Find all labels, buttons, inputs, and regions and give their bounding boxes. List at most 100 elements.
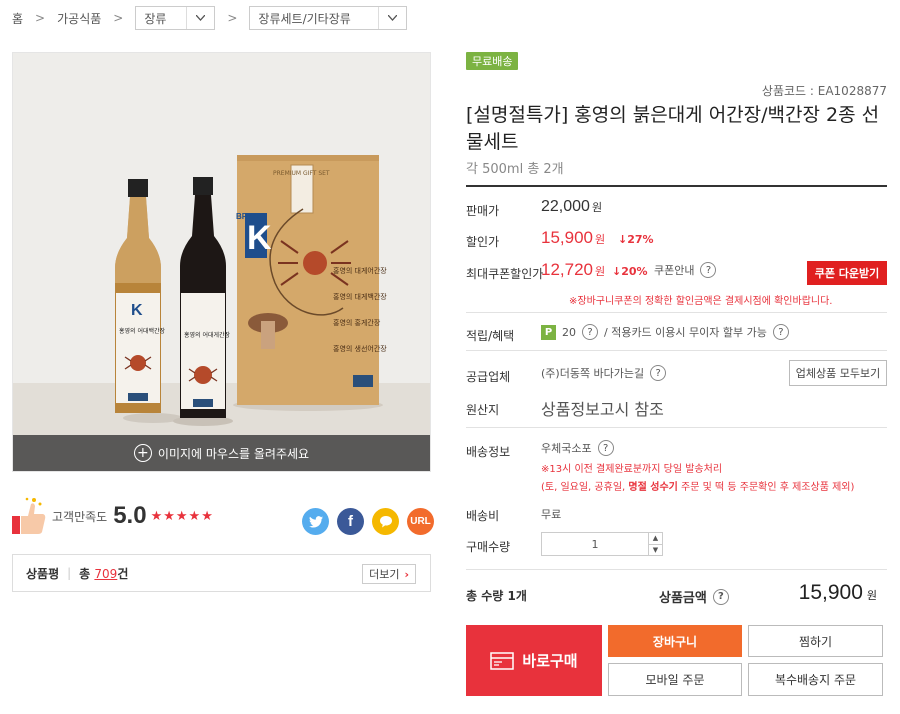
won-unit: 원: [591, 202, 603, 214]
discount-price: 15,900 원: [541, 228, 605, 248]
multi-address-order-button[interactable]: 복수배송지 주문: [748, 663, 883, 696]
divider: [466, 185, 887, 187]
discount-price-value: 15,900: [541, 228, 593, 247]
help-icon[interactable]: ?: [582, 324, 598, 340]
chevron-right-icon: ›: [404, 567, 409, 581]
box-brand-k: K: [247, 219, 272, 257]
chevron-down-icon: [378, 7, 406, 29]
vendor-all-products-button[interactable]: 업체상품 모두보기: [789, 360, 887, 386]
chevron-right-icon: >: [35, 11, 46, 25]
total-amount-label-row: 상품금액 ?: [659, 587, 729, 606]
point-icon: P: [541, 324, 556, 340]
star-rating: ★ ★ ★ ★ ★: [151, 510, 213, 523]
card-icon: [490, 651, 515, 670]
kakao-share-button[interactable]: [372, 508, 399, 535]
review-count-number[interactable]: 709: [94, 567, 117, 581]
buy-now-label: 바로구매: [522, 652, 578, 670]
shipping-method: 우체국소포: [541, 442, 592, 455]
coupon-guide-label: 쿠폰안내: [654, 264, 695, 277]
product-image[interactable]: PREMIUM GIFT SET K BRAND 홍영의 대게어간장 홍영의 대…: [12, 52, 431, 472]
star-icon: ★: [201, 508, 213, 524]
vendor-row: (주)더동쪽 바다가는길 ?: [541, 365, 667, 381]
shipping-row: 우체국소포 ?: [541, 440, 614, 456]
help-icon[interactable]: ?: [712, 588, 729, 605]
box-line-1: 홍영의 대게어간장: [333, 266, 387, 275]
thumbs-up-icon: [12, 497, 46, 534]
discount-price-label: 할인가: [466, 235, 500, 249]
mobile-order-button[interactable]: 모바일 주문: [608, 663, 742, 696]
product-title: [설명절특가] 홍영의 붉은대게 어간장/백간장 2종 선물세트: [466, 104, 880, 153]
coupon-price-label: 최대쿠폰할인가: [466, 267, 544, 281]
free-shipping-badge: 무료배송: [466, 52, 519, 70]
shipping-note-2-bold: 명절 성수기: [628, 482, 678, 493]
satisfaction-score: 5.0: [113, 502, 147, 529]
help-icon[interactable]: ?: [650, 365, 667, 381]
buy-now-button[interactable]: 바로구매: [466, 625, 602, 696]
shipping-note-1: ※13시 이전 결제완료분까지 당일 발송처리: [541, 464, 723, 475]
discount-rate: ↓27%: [618, 233, 654, 246]
bottle2-label: 홍영의 어대게간장: [184, 331, 231, 339]
bottle1-brand: K: [131, 302, 143, 319]
review-summary: 상품평 | 총 709건 더보기 ›: [12, 554, 431, 592]
card-benefit-text: / 적용카드 이용시 무이자 할부 가능: [604, 326, 767, 339]
vendor-label: 공급업체: [466, 370, 511, 384]
points-value: 20: [562, 325, 576, 339]
origin-label: 원산지: [466, 403, 500, 417]
share-buttons: f URL: [302, 508, 434, 535]
total-amount: 15,900 원: [799, 581, 877, 605]
twitter-share-button[interactable]: [302, 508, 329, 535]
coupon-rate: ↓20%: [612, 265, 648, 278]
review-count: 총 709건: [79, 565, 128, 582]
breadcrumb-category1[interactable]: 가공식품: [57, 10, 101, 27]
category2-select-value: 장류: [144, 11, 167, 26]
star-icon: ★: [150, 508, 163, 524]
review-more-button[interactable]: 더보기 ›: [362, 564, 416, 584]
review-title: 상품평: [26, 566, 60, 581]
origin-value: 상품정보고시 참조: [541, 400, 664, 419]
facebook-icon: f: [348, 513, 353, 530]
shipping-note-2: (토, 일요일, 공휴일, 명절 성수기 주문 및 떡 등 주문확인 후 제조상…: [541, 478, 854, 493]
facebook-share-button[interactable]: f: [337, 508, 364, 535]
image-hover-bar[interactable]: + 이미지에 마우스를 올려주세요: [13, 435, 430, 471]
satisfaction-label: 고객만족도: [52, 509, 108, 524]
kakao-icon: [379, 515, 392, 527]
review-more-label: 더보기: [369, 568, 400, 581]
url-share-button[interactable]: URL: [407, 508, 434, 535]
benefits-label: 적립/혜택: [466, 329, 515, 343]
help-icon[interactable]: ?: [700, 262, 717, 278]
divider: |: [67, 566, 72, 580]
cart-button[interactable]: 장바구니: [608, 625, 742, 657]
category3-select[interactable]: 장류세트/기타장류: [249, 6, 408, 30]
help-icon[interactable]: ?: [772, 324, 789, 340]
sale-price: 22,000 원: [541, 198, 602, 216]
box-line-2: 홍영의 대게백간장: [333, 292, 387, 301]
breadcrumb-home[interactable]: 홈: [12, 10, 23, 27]
coupon-guide: 쿠폰안내 ?: [654, 262, 717, 278]
wishlist-button[interactable]: 찜하기: [748, 625, 883, 657]
divider: [466, 569, 887, 570]
coupon-price-value: 12,720: [541, 260, 593, 279]
sale-price-label: 판매가: [466, 204, 500, 218]
chevron-right-icon: >: [227, 11, 238, 25]
quantity-down-button[interactable]: ▼: [649, 545, 662, 556]
quantity-up-button[interactable]: ▲: [649, 533, 662, 545]
plus-circle-icon: +: [133, 444, 152, 462]
satisfaction: 고객만족도 5.0 ★ ★ ★ ★ ★: [12, 496, 213, 536]
coupon-download-button[interactable]: 쿠폰 다운받기: [807, 261, 887, 285]
product-code: 상품코드 : EA1028877: [761, 84, 887, 98]
quantity-input[interactable]: 1: [542, 538, 648, 551]
category2-select[interactable]: 장류: [135, 6, 216, 30]
star-icon: ★: [188, 508, 201, 524]
shipping-label: 배송정보: [466, 445, 511, 459]
twitter-icon: [308, 515, 323, 528]
box-line-4: 홍영의 생선어간장: [333, 344, 387, 353]
url-label: URL: [410, 516, 431, 527]
star-icon: ★: [175, 508, 188, 524]
chevron-right-icon: >: [113, 11, 124, 25]
image-hover-text: 이미지에 마우스를 올려주세요: [157, 446, 310, 461]
benefits-row: P 20 ? / 적용카드 이용시 무이자 할부 가능 ?: [541, 324, 789, 340]
box-line-3: 홍영의 홍게간장: [333, 318, 381, 327]
total-quantity: 총 수량 1개: [466, 589, 527, 603]
shipping-note-2-pre: (토, 일요일, 공휴일,: [541, 482, 629, 493]
help-icon[interactable]: ?: [597, 440, 614, 456]
